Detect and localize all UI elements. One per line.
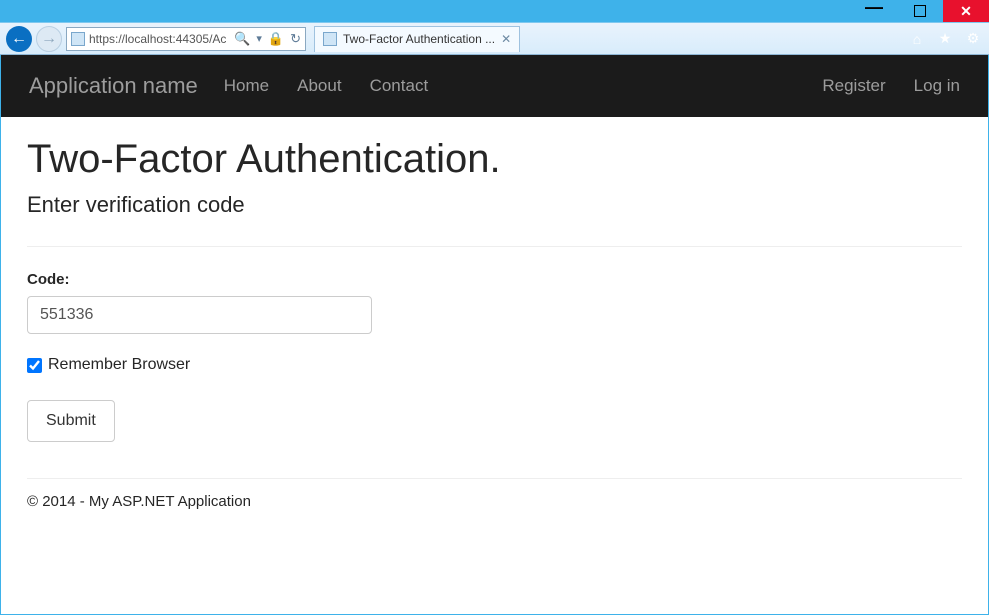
search-icon[interactable]: 🔍 bbox=[234, 31, 250, 47]
address-bar[interactable]: https://localhost:44305/Ac 🔍 ▾ 🔒 ↻ bbox=[66, 27, 306, 51]
divider bbox=[27, 246, 962, 247]
page-viewport: Application name Home About Contact Regi… bbox=[0, 55, 989, 615]
page-title: Two-Factor Authentication. bbox=[27, 137, 962, 182]
nav-home[interactable]: Home bbox=[224, 76, 269, 96]
favorites-star-icon[interactable]: ★ bbox=[937, 31, 953, 47]
browser-tab[interactable]: Two-Factor Authentication ... ✕ bbox=[314, 26, 520, 52]
nav-register[interactable]: Register bbox=[822, 76, 885, 96]
url-text: https://localhost:44305/Ac bbox=[89, 32, 226, 46]
lock-icon: 🔒 bbox=[268, 31, 284, 47]
back-button[interactable]: ← bbox=[6, 26, 32, 52]
divider bbox=[27, 478, 962, 479]
arrow-right-icon: → bbox=[41, 30, 57, 48]
forward-button[interactable]: → bbox=[36, 26, 62, 52]
footer-text: © 2014 - My ASP.NET Application bbox=[27, 493, 962, 510]
nav-contact[interactable]: Contact bbox=[370, 76, 429, 96]
tab-title: Two-Factor Authentication ... bbox=[343, 32, 495, 46]
remember-browser-label: Remember Browser bbox=[48, 356, 190, 374]
remember-browser-checkbox[interactable] bbox=[27, 358, 42, 373]
window-minimize-button[interactable]: — bbox=[851, 0, 897, 18]
page-subtitle: Enter verification code bbox=[27, 192, 962, 218]
site-navbar: Application name Home About Contact Regi… bbox=[1, 55, 988, 117]
browser-toolbar: ← → https://localhost:44305/Ac 🔍 ▾ 🔒 ↻ T… bbox=[0, 22, 989, 55]
window-maximize-button[interactable] bbox=[897, 0, 943, 22]
home-icon[interactable]: ⌂ bbox=[909, 31, 925, 47]
page-body: Two-Factor Authentication. Enter verific… bbox=[1, 117, 988, 528]
browser-right-icons: ⌂ ★ ⚙ bbox=[909, 31, 981, 47]
window-titlebar: — ✕ bbox=[0, 0, 989, 22]
window-close-button[interactable]: ✕ bbox=[943, 0, 989, 22]
page-icon bbox=[71, 32, 85, 46]
nav-login[interactable]: Log in bbox=[914, 76, 960, 96]
arrow-left-icon: ← bbox=[11, 30, 27, 48]
brand-link[interactable]: Application name bbox=[29, 73, 198, 99]
refresh-icon[interactable]: ↻ bbox=[290, 31, 301, 47]
nav-about[interactable]: About bbox=[297, 76, 341, 96]
code-label: Code: bbox=[27, 271, 962, 288]
close-tab-icon[interactable]: ✕ bbox=[501, 32, 511, 46]
dropdown-icon[interactable]: ▾ bbox=[256, 32, 262, 45]
submit-button[interactable]: Submit bbox=[27, 400, 115, 442]
page-icon bbox=[323, 32, 337, 46]
code-input[interactable] bbox=[27, 296, 372, 334]
settings-gear-icon[interactable]: ⚙ bbox=[965, 31, 981, 47]
